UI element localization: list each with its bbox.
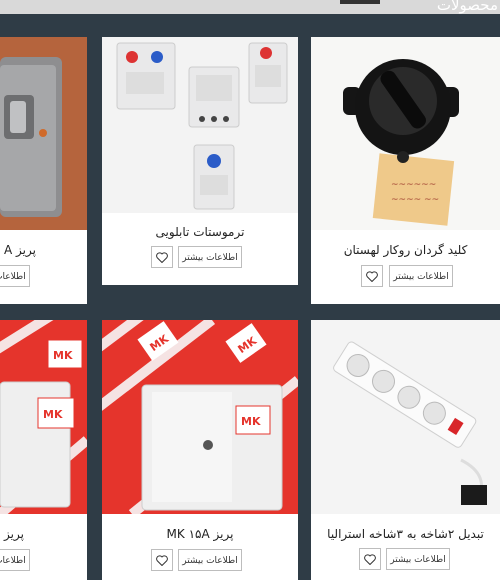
more-info-button[interactable]: اطلاعات بیشتر xyxy=(386,548,450,570)
product-name[interactable]: ترموستات تابلویی xyxy=(102,225,298,239)
product-image[interactable]: MK MK MK xyxy=(102,320,298,514)
svg-text:MK: MK xyxy=(43,408,63,421)
product-image[interactable] xyxy=(311,320,500,514)
more-info-button[interactable]: اطلاعات بیشتر xyxy=(0,265,30,287)
product-image[interactable]: ~~~~~~ ~~~~ ~~ xyxy=(311,37,500,230)
product-name[interactable]: تبدیل ۲شاخه به ۳شاخه استرالیا xyxy=(311,527,500,541)
more-info-button[interactable]: اطلاعات بیشتر xyxy=(0,549,30,571)
browser-top-strip xyxy=(0,0,500,14)
product-card[interactable]: ترموستات تابلویی اطلاعات بیشتر xyxy=(102,37,298,285)
section-title: محصولات xyxy=(436,0,498,14)
product-name[interactable]: پریز xyxy=(4,527,87,541)
more-info-button[interactable]: اطلاعات بیشتر xyxy=(178,246,242,268)
heart-icon xyxy=(156,251,168,263)
favorite-button[interactable] xyxy=(151,549,173,571)
product-card[interactable]: پریز A اطلاعات بیشتر xyxy=(0,37,87,304)
heart-icon xyxy=(364,553,376,565)
favorite-button[interactable] xyxy=(359,548,381,570)
scroll-thumb[interactable] xyxy=(340,0,380,4)
svg-text:~~~~~~: ~~~~~~ xyxy=(391,180,436,190)
product-card[interactable]: ~~~~~~ ~~~~ ~~ کلید گردان روکار لهستان ا… xyxy=(311,37,500,304)
heart-icon xyxy=(366,270,378,282)
product-image[interactable] xyxy=(102,37,298,213)
more-info-button[interactable]: اطلاعات بیشتر xyxy=(178,549,242,571)
more-info-button[interactable]: اطلاعات بیشتر xyxy=(389,265,453,287)
svg-text:~~~~ ~~: ~~~~ ~~ xyxy=(391,195,439,205)
product-card[interactable]: MK MK پریز اطلاعات بیشتر xyxy=(0,320,87,580)
svg-text:MK: MK xyxy=(241,415,261,428)
product-name[interactable]: کلید گردان روکار لهستان xyxy=(311,243,500,257)
svg-text:MK: MK xyxy=(53,349,73,362)
product-card[interactable]: تبدیل ۲شاخه به ۳شاخه استرالیا اطلاعات بی… xyxy=(311,320,500,580)
product-card[interactable]: MK MK MK پریز MK ۱۵A اطلاعات بیشتر xyxy=(102,320,298,580)
favorite-button[interactable] xyxy=(151,246,173,268)
favorite-button[interactable] xyxy=(361,265,383,287)
product-name[interactable]: پریز A xyxy=(4,243,87,257)
product-name[interactable]: پریز MK ۱۵A xyxy=(102,527,298,541)
product-image[interactable]: MK MK xyxy=(0,320,87,514)
heart-icon xyxy=(156,554,168,566)
product-image[interactable] xyxy=(0,37,87,230)
